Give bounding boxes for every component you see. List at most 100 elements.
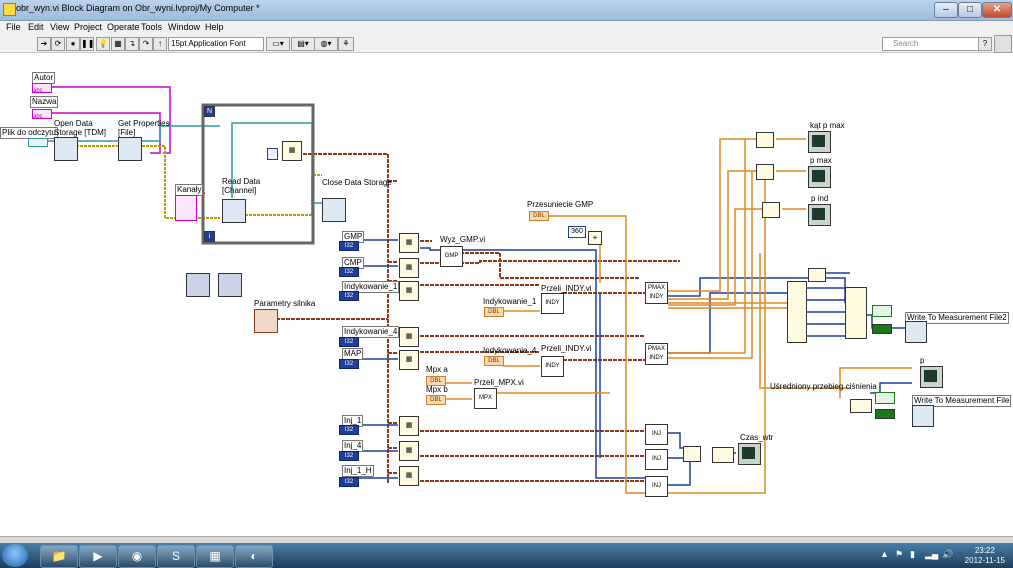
volume-icon[interactable]: 🔊 (942, 549, 953, 560)
get-properties-node[interactable] (118, 137, 142, 161)
index-array-node[interactable]: ▦ (282, 141, 302, 161)
index-constant[interactable] (267, 148, 278, 160)
inj-subvi-1[interactable]: INJ (645, 424, 668, 445)
kat-p-max-graph[interactable] (808, 131, 831, 153)
inj-subvi-3[interactable]: INJ (645, 476, 668, 497)
write-measurement-file-node[interactable] (912, 405, 934, 427)
index-array-indyk1[interactable]: ▦ (399, 281, 419, 301)
pmax-subvi-1[interactable]: PMAX INDY (645, 282, 668, 304)
parametry-silnika-control[interactable] (254, 309, 278, 333)
build-array-node[interactable] (787, 281, 807, 343)
paint-taskbar-icon[interactable]: ◐ (235, 545, 273, 568)
step-into-icon[interactable]: ↴ (125, 37, 139, 51)
autor-string-control[interactable]: abc (32, 83, 52, 94)
czas-wtr-graph[interactable] (738, 443, 761, 465)
align-objects-icon[interactable]: ▭▾ (266, 37, 290, 51)
przesuniecie-gmp-control[interactable]: DBL (529, 211, 549, 221)
menu-view[interactable]: View (50, 22, 69, 32)
write-file-path-2[interactable] (875, 392, 895, 404)
retain-wire-values-icon[interactable]: ▦ (111, 37, 125, 51)
indykowanie4-local[interactable]: DBL (484, 356, 504, 366)
bundle-node-3[interactable] (762, 202, 780, 218)
step-over-icon[interactable]: ↷ (139, 37, 153, 51)
skype-taskbar-icon[interactable]: S (157, 545, 195, 568)
mpx-b-control[interactable]: DBL (426, 395, 446, 405)
abort-icon[interactable]: ● (66, 37, 80, 51)
bundle-node-1[interactable] (756, 132, 774, 148)
map-control[interactable]: I32 (339, 359, 359, 369)
taskbar-clock[interactable]: 23:22 2012-11-15 (965, 546, 1005, 566)
reorder-icon[interactable]: ◍▾ (314, 37, 338, 51)
bundle-node-4[interactable] (808, 268, 826, 282)
index-array-cmp[interactable]: ▦ (399, 258, 419, 278)
merge-signals-node[interactable] (845, 287, 867, 339)
block-diagram-canvas[interactable]: Autor abc Nazwa abc Plik do odczytu Open… (0, 53, 1013, 543)
firefox-taskbar-icon[interactable]: ◉ (118, 545, 156, 568)
cleanup-diagram-icon[interactable]: ⚘ (338, 37, 354, 51)
step-out-icon[interactable]: ↑ (153, 37, 167, 51)
pause-icon[interactable]: ❚❚ (80, 37, 94, 51)
media-player-taskbar-icon[interactable]: ▶ (79, 545, 117, 568)
tray-arrow-icon[interactable]: ▲ (880, 549, 889, 559)
index-array-inj1[interactable]: ▦ (399, 416, 419, 436)
unbundle-node-1[interactable] (186, 273, 210, 297)
close-button[interactable]: ✕ (982, 2, 1012, 18)
menu-help[interactable]: Help (205, 22, 224, 32)
gmp-control[interactable]: I32 (339, 241, 359, 251)
constant-360[interactable]: 360 (568, 226, 586, 238)
menu-file[interactable]: File (6, 22, 21, 32)
przeli-mpx-subvi[interactable]: MPX (474, 388, 497, 409)
nazwa-string-control[interactable]: abc (32, 109, 52, 120)
index-array-gmp[interactable]: ▦ (399, 233, 419, 253)
labview-taskbar-icon[interactable]: ▦ (196, 545, 234, 568)
index-array-map[interactable]: ▦ (399, 350, 419, 370)
signal-icon[interactable]: ▂▄ (925, 549, 938, 560)
menu-edit[interactable]: Edit (28, 22, 44, 32)
maximize-button[interactable]: □ (958, 2, 982, 18)
p-max-graph[interactable] (808, 166, 831, 188)
indykowanie1-local[interactable]: DBL (484, 307, 504, 317)
p-ind-graph[interactable] (808, 204, 831, 226)
inj-subvi-2[interactable]: INJ (645, 449, 668, 470)
wyz-gmp-subvi[interactable]: GMP (440, 246, 463, 267)
przeli-indy-subvi-2[interactable]: INDY (541, 356, 564, 377)
add-function-icon[interactable]: + (588, 231, 602, 245)
minimize-button[interactable]: – (934, 2, 958, 18)
index-array-indyk4[interactable]: ▦ (399, 327, 419, 347)
read-data-node[interactable] (222, 199, 246, 223)
font-dropdown[interactable]: 15pt Application Font (168, 37, 264, 51)
unbundle-node-2[interactable] (218, 273, 242, 297)
write-file-path-1[interactable] (872, 305, 892, 317)
run-arrow-icon[interactable]: ➔ (37, 37, 51, 51)
search-input[interactable]: Search (882, 37, 984, 51)
start-button-icon[interactable] (2, 544, 28, 567)
bundle-node-5[interactable] (850, 399, 872, 413)
inj1h-control[interactable]: I32 (339, 477, 359, 487)
pmax-subvi-2[interactable]: PMAX INDY (645, 343, 668, 365)
menu-operate[interactable]: Operate (107, 22, 140, 32)
inj1-control[interactable]: I32 (339, 425, 359, 435)
index-array-inj1h[interactable]: ▦ (399, 466, 419, 486)
highlight-execution-icon[interactable]: 💡 (96, 37, 110, 51)
indykowanie1-control[interactable]: I32 (339, 291, 359, 301)
run-continuously-icon[interactable]: ⟳ (51, 37, 65, 51)
write-file-bool-2[interactable] (875, 409, 895, 419)
przeli-indy-subvi-1[interactable]: INDY (541, 293, 564, 314)
p-graph[interactable] (920, 366, 943, 388)
bundle-node-6[interactable] (683, 446, 701, 462)
open-data-storage-node[interactable] (54, 137, 78, 161)
menu-tools[interactable]: Tools (141, 22, 162, 32)
menu-project[interactable]: Project (74, 22, 102, 32)
network-icon[interactable]: ▮ (910, 549, 915, 560)
flag-icon[interactable]: ⚑ (895, 549, 903, 560)
close-data-storage-node[interactable] (322, 198, 346, 222)
indykowanie4-control[interactable]: I32 (339, 337, 359, 347)
kanaly-array-control[interactable] (175, 195, 197, 221)
write-file-bool-1[interactable] (872, 324, 892, 334)
write-measurement-file2-node[interactable] (905, 321, 927, 343)
file-path-control[interactable] (28, 138, 48, 147)
build-waveform-node[interactable] (712, 447, 734, 463)
inj4-control[interactable]: I32 (339, 451, 359, 461)
distribute-objects-icon[interactable]: ▤▾ (291, 37, 315, 51)
index-array-inj4[interactable]: ▦ (399, 441, 419, 461)
